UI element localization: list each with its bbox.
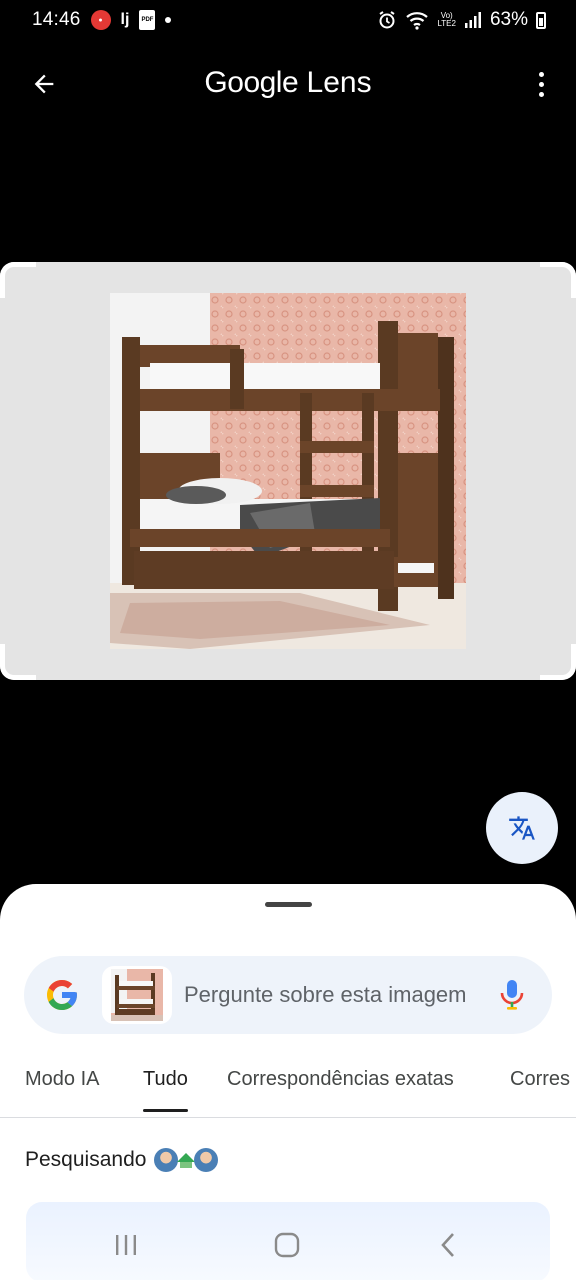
translate-icon <box>509 816 535 840</box>
crop-handle-top-left[interactable] <box>0 262 36 298</box>
volte-indicator: Vo) LTE2 <box>437 12 456 28</box>
status-time: 14:46 <box>32 9 81 30</box>
tab-label: Correspondências exatas <box>227 1068 454 1090</box>
app-bar: Google Lens <box>0 56 576 112</box>
translate-button[interactable] <box>486 792 558 864</box>
google-g-icon <box>47 980 77 1010</box>
home-icon <box>274 1232 300 1258</box>
status-bar: 14:46 ● lj PDF Vo) LTE2 63% <box>0 0 576 40</box>
bunk-bed-photo <box>110 293 466 649</box>
crop-handle-top-right[interactable] <box>540 262 576 298</box>
ask-about-image-input[interactable] <box>184 978 474 1012</box>
avatar-icon <box>194 1148 219 1172</box>
notification-app-icon: ● <box>90 10 111 30</box>
status-right: Vo) LTE2 63% <box>377 0 546 40</box>
tab-label: Corres <box>510 1068 571 1090</box>
alarm-icon <box>377 10 397 30</box>
selected-image-region[interactable] <box>0 262 576 680</box>
notification-lj-icon: lj <box>120 11 130 28</box>
tab-modo-ia[interactable]: Modo IA <box>25 1068 99 1112</box>
more-vert-icon-dot <box>538 91 544 97</box>
voice-search-button[interactable] <box>490 973 534 1017</box>
tab-correspondencias-overflow[interactable]: Corres <box>510 1068 570 1112</box>
system-navigation-bar <box>0 1210 576 1280</box>
tab-label: Modo IA <box>25 1068 100 1090</box>
app-title-lens: Lens <box>306 66 372 99</box>
more-notifications-dot-icon <box>165 17 172 23</box>
results-tabs: Modo IA Tudo Correspondências exatas Cor… <box>0 1062 576 1118</box>
tab-label: Tudo <box>143 1068 188 1090</box>
mic-icon <box>500 980 524 1010</box>
query-image-thumbnail[interactable] <box>102 966 172 1024</box>
volte-bottom: LTE2 <box>437 19 456 28</box>
bunk-bed-thumbnail <box>111 969 163 1021</box>
tab-correspondencias-exatas[interactable]: Correspondências exatas <box>227 1068 454 1112</box>
status-left: 14:46 ● lj PDF <box>32 9 172 31</box>
avatar-icon <box>154 1148 179 1172</box>
searching-indicator <box>154 1148 219 1172</box>
more-vert-icon-dot <box>538 81 544 87</box>
battery-percent: 63% <box>489 9 528 30</box>
battery-icon <box>536 11 546 29</box>
searching-status: Pesquisando <box>25 1148 219 1172</box>
tabs-divider <box>0 1117 576 1118</box>
recent-apps-button[interactable] <box>106 1228 146 1262</box>
signal-icon <box>464 11 482 29</box>
more-vert-icon-dot <box>538 71 544 77</box>
house-icon <box>177 1153 196 1168</box>
crop-handle-bottom-right[interactable] <box>540 644 576 680</box>
app-title-google: Google <box>204 66 299 99</box>
wifi-icon <box>405 10 429 30</box>
app-title: Google Lens <box>0 66 576 100</box>
more-options-button[interactable] <box>526 62 556 106</box>
search-bar[interactable] <box>24 956 552 1034</box>
bunk-bed-illustration <box>110 293 466 649</box>
tab-tudo[interactable]: Tudo <box>143 1068 188 1112</box>
home-button[interactable] <box>267 1228 307 1262</box>
sheet-drag-handle[interactable] <box>265 902 312 907</box>
active-tab-indicator <box>143 1109 188 1112</box>
chevron-left-icon <box>441 1233 454 1257</box>
back-nav-button[interactable] <box>428 1228 468 1262</box>
notification-pdf-icon: PDF <box>139 10 156 30</box>
searching-label: Pesquisando <box>25 1148 147 1171</box>
recent-apps-icon <box>116 1235 136 1255</box>
crop-handle-bottom-left[interactable] <box>0 644 36 680</box>
